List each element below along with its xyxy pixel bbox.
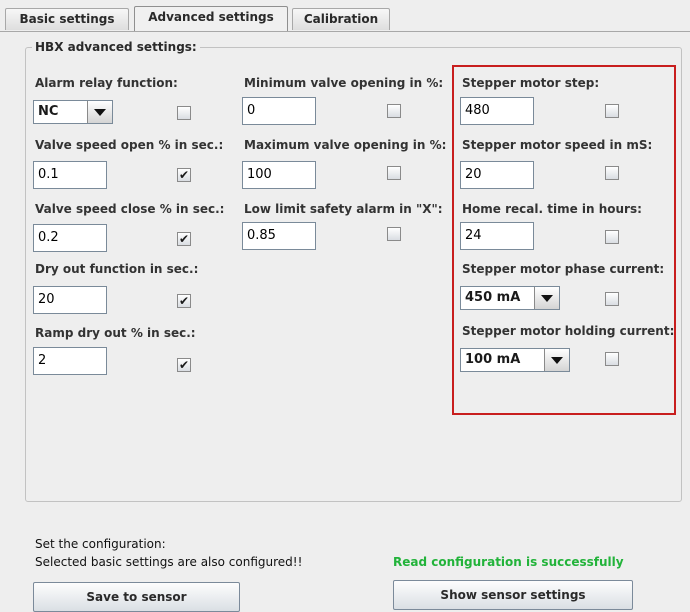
min-valve-label: Minimum valve opening in %: [244,76,444,90]
highlight-box [452,65,676,415]
show-sensor-settings-button[interactable]: Show sensor settings [393,580,633,610]
alarm-relay-value: NC [38,104,59,119]
valve-speed-close-input[interactable]: 0.2 [33,224,107,252]
tab-divider [0,31,690,32]
status-message: Read configuration is successfully [393,555,624,569]
low-limit-label: Low limit safety alarm in "X": [244,202,443,216]
low-limit-checkbox[interactable] [387,227,401,241]
valve-speed-open-input[interactable]: 0.1 [33,161,107,189]
valve-speed-close-checkbox[interactable]: ✔ [177,232,191,246]
alarm-relay-label: Alarm relay function: [35,76,178,90]
dry-out-checkbox[interactable]: ✔ [177,294,191,308]
max-valve-input[interactable]: 100 [242,161,316,189]
valve-speed-open-label: Valve speed open % in sec.: [35,138,224,152]
ramp-dry-out-checkbox[interactable]: ✔ [177,358,191,372]
save-to-sensor-button[interactable]: Save to sensor [33,582,240,612]
max-valve-label: Maximum valve opening in %: [244,138,447,152]
dry-out-label: Dry out function in sec.: [35,262,199,276]
valve-speed-close-label: Valve speed close % in sec.: [35,202,225,216]
min-valve-input[interactable]: 0 [242,97,316,125]
tab-calibration[interactable]: Calibration [292,8,390,30]
max-valve-checkbox[interactable] [387,166,401,180]
footer-line1: Set the configuration: [35,537,166,551]
dry-out-input[interactable]: 20 [33,286,107,314]
alarm-relay-select[interactable]: NC [33,100,113,124]
ramp-dry-out-label: Ramp dry out % in sec.: [35,326,196,340]
chevron-down-icon[interactable] [87,101,112,123]
group-title: HBX advanced settings: [32,40,200,54]
low-limit-input[interactable]: 0.85 [242,222,316,250]
alarm-relay-checkbox[interactable] [177,106,191,120]
valve-speed-open-checkbox[interactable]: ✔ [177,168,191,182]
tab-basic-settings[interactable]: Basic settings [5,8,129,30]
tab-advanced-settings[interactable]: Advanced settings [134,6,288,32]
min-valve-checkbox[interactable] [387,104,401,118]
ramp-dry-out-input[interactable]: 2 [33,347,107,375]
tab-bar: Basic settings Advanced settings Calibra… [0,0,690,32]
footer-line2: Selected basic settings are also configu… [35,555,303,569]
